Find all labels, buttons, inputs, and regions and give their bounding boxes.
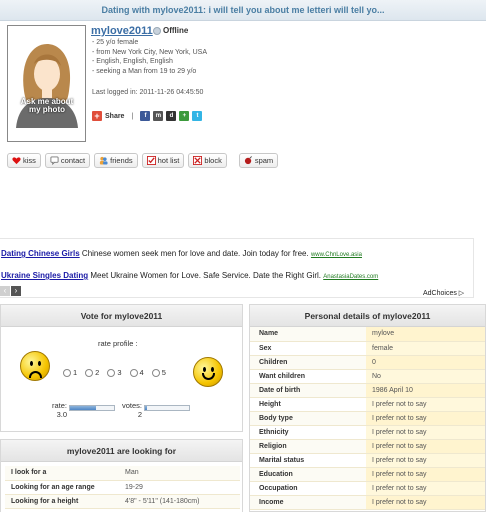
looking-for-title: mylove2011 are looking for [1,440,242,462]
facebook-icon[interactable]: f [140,111,151,121]
profile-photo[interactable]: Ask me about my photo [7,25,86,142]
ad-item: Dating Chinese Girls Chinese women seek … [1,249,362,258]
vote-panel: Vote for mylove2011 rate profile : 1 2 3… [0,304,243,432]
ad-item: Ukraine Singles Dating Meet Ukraine Wome… [1,271,378,280]
table-row: Height I prefer not to say [250,397,485,412]
rating-option-2[interactable]: 2 [85,368,99,377]
digg-icon[interactable]: d [166,111,177,121]
contact-button[interactable]: contact [44,153,91,168]
hotlist-button[interactable]: hot list [141,153,185,168]
rate-value: 3.0 [56,410,67,419]
rate-label: rate: [51,401,67,410]
votes-value: 2 [137,410,142,419]
myspace-icon[interactable]: m [153,111,164,121]
looking-for-panel: mylove2011 are looking for I look for aM… [0,439,243,512]
share-plus-icon[interactable]: + [92,111,102,121]
block-label: block [204,156,222,165]
table-row: Looking for a height 4'8" - 5'11" (141-18… [5,494,240,509]
profile-details: - 25 y/o female - from New York City, Ne… [92,38,207,76]
table-row: Income I prefer not to say [250,495,485,510]
personal-details-table: Name mylove Sex female Children 0 Want chil… [250,327,485,510]
ad-title-link[interactable]: Ukraine Singles Dating [1,271,88,280]
detail-languages: - English, English, English [92,58,173,65]
ad-text: Meet Ukraine Women for Love. Safe Servic… [90,271,321,280]
votes-bar [144,405,190,411]
ad-block: Dating Chinese Girls Chinese women seek … [0,238,474,298]
vote-panel-title: Vote for mylove2011 [1,305,242,327]
ad-text: Chinese women seek men for love and date… [81,249,309,258]
google-icon[interactable]: + [179,111,190,121]
ad-url-link[interactable]: AnastasiaDates.com [323,274,378,280]
votes-bar-fill [145,406,148,410]
table-row: Sex female [250,341,485,356]
kiss-label: kiss [23,156,36,165]
twitter-icon[interactable]: t [192,111,203,121]
rate-profile-label: rate profile : [98,339,138,348]
detail-location: - from New York City, New York, USA [92,48,208,56]
rating-option-4[interactable]: 4 [129,368,144,377]
rating-options: 1 2 3 4 5 [63,368,166,377]
spam-label: spam [254,156,274,165]
hotlist-label: hot list [157,156,180,165]
happy-face-icon [193,357,223,387]
separator: | [131,112,134,120]
table-row: Occupation I prefer not to say [250,481,485,496]
ad-url-link[interactable]: www.ChnLove.asia [311,252,362,258]
table-row: Name mylove [250,327,485,342]
avatar-silhouette-icon [12,36,81,128]
rate-bar-fill [70,406,97,410]
table-row: Marital status I prefer not to say [250,453,485,468]
ad-title-link[interactable]: Dating Chinese Girls [1,249,80,258]
table-row: Children 0 [250,355,485,370]
speech-bubble-icon [50,156,59,165]
share-bar: + Share | f m d + t [92,111,203,121]
friends-button[interactable]: friends [94,153,138,168]
personal-details-panel: Personal details of mylove2011 Name mylov… [249,304,486,512]
friends-icon [100,156,108,165]
page-title-bar: Dating with mylove2011: i will tell you … [0,0,486,21]
spam-button[interactable]: spam [238,153,279,168]
personal-details-title: Personal details of mylove2011 [250,305,485,327]
status-offline-icon [153,27,161,35]
looking-for-table: I look for a Man Looking for an age range… [5,466,240,509]
table-row: Want children No [250,369,485,384]
table-row: Ethnicity I prefer not to say [250,425,485,440]
rate-readout: rate: 3.0 [51,401,67,419]
profile-actions: kiss contact friends hot list block spam [7,153,279,168]
table-row: Date of birth 1986 April 10 [250,383,485,398]
rating-option-1[interactable]: 1 [63,368,77,377]
table-row: I look for a Man [5,466,240,481]
adchoices-link[interactable]: AdChoices ▷ [423,289,464,297]
ad-navigation: ‹ › [0,286,21,296]
table-row: Religion I prefer not to say [250,439,485,454]
ask-photo-label: Ask me about my photo [20,97,74,114]
status-text: Offline [163,26,189,35]
votes-label: votes: [121,401,142,410]
page-title: Dating with mylove2011: i will tell you … [101,5,385,15]
username-link[interactable]: mylove2011 [91,25,153,37]
block-x-icon [193,156,203,165]
detail-seeking: - seeking a Man from 19 to 29 y/o [92,67,197,75]
rating-option-5[interactable]: 5 [151,368,166,377]
ad-prev-icon[interactable]: ‹ [0,286,10,296]
heart-icon [12,157,21,165]
sad-face-icon [20,351,50,381]
rating-option-3[interactable]: 3 [107,368,122,377]
detail-age: - 25 y/o female [92,39,139,46]
table-row: Looking for an age range 19-29 [5,480,240,495]
table-row: Body type I prefer not to say [250,411,485,426]
kiss-button[interactable]: kiss [7,153,41,168]
table-row: Education I prefer not to say [250,467,485,482]
friends-label: friends [110,156,133,165]
bomb-icon [244,156,252,165]
rate-bar [69,405,115,411]
checkbox-icon [146,156,156,165]
last-logged-in: Last logged in: 2011-11-26 04:45:50 [92,89,204,96]
share-link[interactable]: Share [105,113,124,120]
block-button[interactable]: block [188,153,227,168]
votes-readout: votes: 2 [120,401,142,419]
ad-next-icon[interactable]: › [11,286,21,296]
contact-label: contact [60,156,86,165]
